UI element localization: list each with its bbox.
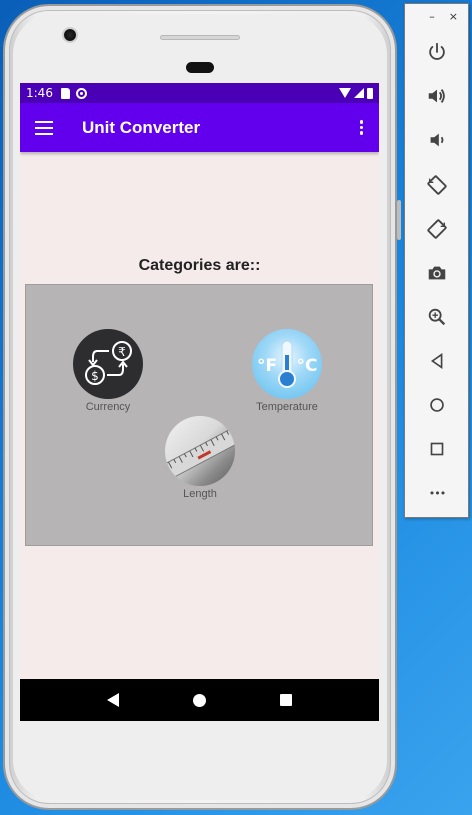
proximity-sensor [186,62,214,73]
app-title: Unit Converter [82,117,201,137]
overflow-menu-icon[interactable] [359,120,363,135]
svg-text:$: $ [91,369,99,383]
power-icon[interactable] [424,39,450,65]
currency-exchange-icon: ₹ $ [73,329,143,399]
back-triangle-icon[interactable] [424,348,450,374]
rotate-right-icon[interactable] [424,216,450,242]
front-camera [62,27,78,43]
category-length[interactable]: Length [145,416,255,500]
power-side-button [397,200,401,240]
notification-icon [75,87,87,99]
close-button[interactable]: × [449,10,458,26]
svg-text:°C: °C [297,356,318,376]
emulator-toolbar: – × ••• [404,3,469,518]
status-time: 1:46 [26,86,53,100]
device-screen: 1:46 Unit Converter Categories are:: ₹ $… [20,83,379,721]
category-temperature[interactable]: °F °C Temperature [232,329,342,413]
app-bar: Unit Converter [20,103,379,152]
wifi-icon [339,88,351,98]
more-options-icon[interactable]: ••• [424,480,450,506]
volume-down-icon[interactable] [424,127,450,153]
overview-square-icon[interactable] [424,436,450,462]
zoom-icon[interactable] [424,304,450,330]
minimize-button[interactable]: – [429,10,435,26]
rotate-left-icon[interactable] [424,172,450,198]
recents-icon[interactable] [280,694,292,706]
home-icon[interactable] [193,693,206,707]
status-bar: 1:46 [20,83,379,103]
sd-card-icon [60,87,70,99]
home-circle-icon[interactable] [424,392,450,418]
battery-icon [367,87,373,99]
svg-text:₹: ₹ [118,345,126,359]
category-label: Temperature [256,401,318,413]
volume-up-icon[interactable] [424,83,450,109]
categories-grid: ₹ $ Currency °F °C Temperature Length [25,284,373,546]
category-label: Currency [85,401,131,413]
categories-heading: Categories are:: [138,257,261,274]
svg-text:°F: °F [257,356,277,376]
earpiece-speaker [160,35,240,40]
signal-icon [354,88,364,98]
more-label: ••• [428,486,446,500]
navigation-bar [20,679,379,721]
hamburger-menu-icon[interactable] [35,120,53,135]
camera-icon[interactable] [424,260,450,286]
back-icon[interactable] [107,693,119,707]
ruler-icon [165,416,235,486]
category-currency[interactable]: ₹ $ Currency [53,329,163,413]
category-label: Length [183,488,217,500]
thermometer-icon: °F °C [252,329,322,399]
